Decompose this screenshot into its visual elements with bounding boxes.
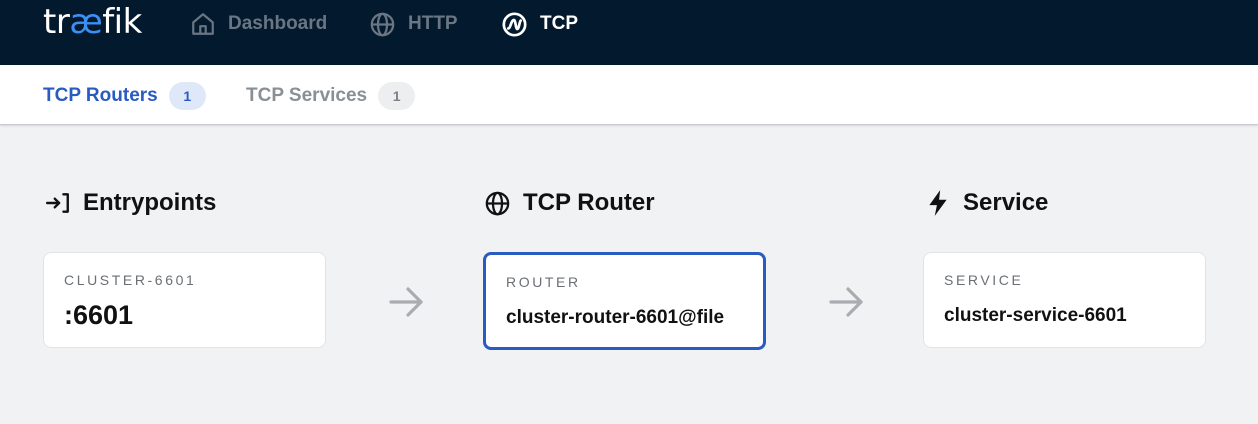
service-card[interactable]: SERVICE cluster-service-6601 [923,252,1206,348]
bolt-icon [925,189,951,217]
tcp-router-heading: TCP Router [484,187,655,219]
logo-suffix: fik [102,2,142,42]
home-icon [190,11,216,37]
nav-http-label: HTTP [408,13,458,34]
nav-tcp[interactable]: TCP [501,0,578,48]
router-card[interactable]: ROUTER cluster-router-6601@file [483,252,766,350]
logo-prefix: tr [43,2,70,42]
nav-dashboard[interactable]: Dashboard [190,0,327,48]
entrypoints-heading: Entrypoints [45,187,216,219]
service-card-value: cluster-service-6601 [944,305,1127,326]
tab-tcp-services-label: TCP Services [246,85,368,106]
tab-tcp-routers[interactable]: TCP Routers 1 [43,81,206,111]
traefik-logo[interactable]: træfik [43,2,142,42]
tcp-services-count-badge: 1 [378,82,416,110]
entrypoint-icon [45,190,71,216]
tab-tcp-routers-label: TCP Routers [43,85,158,106]
entrypoint-card-value: :6601 [64,300,134,330]
tab-tcp-services[interactable]: TCP Services 1 [246,81,416,111]
nav-tcp-label: TCP [540,13,578,34]
nav-dashboard-label: Dashboard [228,13,328,34]
tcp-router-title: TCP Router [523,189,655,216]
sub-navbar: TCP Routers 1 TCP Services 1 [0,65,1258,125]
service-heading: Service [925,187,1048,219]
globe-icon [369,11,396,38]
arrow-right-icon [387,284,427,320]
tcp-routers-count-badge: 1 [168,82,206,110]
tcp-icon [501,11,528,38]
entrypoint-card-label: CLUSTER-6601 [64,272,197,288]
service-title: Service [963,189,1049,216]
entrypoints-title: Entrypoints [83,189,217,216]
arrow-right-icon [827,284,867,320]
router-card-label: ROUTER [506,274,581,290]
service-card-label: SERVICE [944,272,1024,288]
router-card-value: cluster-router-6601@file [506,307,725,328]
globe-icon [484,190,511,217]
entrypoint-card[interactable]: CLUSTER-6601 :6601 [43,252,326,348]
logo-highlight: æ [69,2,103,42]
top-navbar: træfik Dashboard HTTP TCP [0,0,1258,65]
nav-http[interactable]: HTTP [369,0,458,48]
